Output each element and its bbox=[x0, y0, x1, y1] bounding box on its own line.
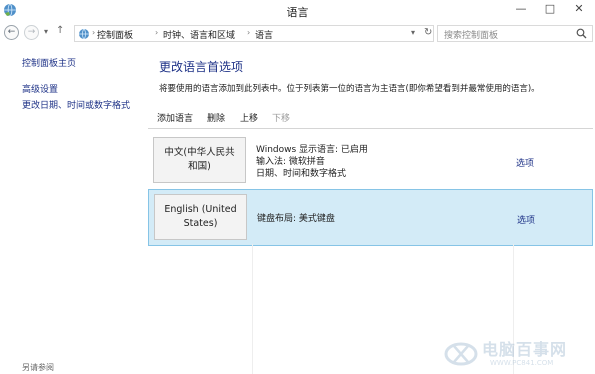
format-status: 日期、时间和数字格式 bbox=[256, 169, 347, 179]
address-bar: ← → ▾ ↑ › 控制面板 › 时钟、语言和区域 › 语言 ▾ ↻ 搜索控制面… bbox=[0, 22, 595, 44]
title-bar: 语言 — □ ✕ bbox=[0, 0, 595, 22]
language-name-line1: 中文(中华人民共 bbox=[164, 147, 235, 158]
language-options-link[interactable]: 选项 bbox=[517, 213, 535, 226]
list-divider bbox=[252, 244, 253, 374]
window-title: 语言 bbox=[286, 6, 309, 19]
sidebar-advanced-settings[interactable]: 高级设置 bbox=[22, 82, 58, 95]
remove-language-button[interactable]: 删除 bbox=[207, 111, 225, 124]
sidebar-change-date-time-format[interactable]: 更改日期、时间或数字格式 bbox=[22, 98, 130, 111]
back-arrow-icon: ← bbox=[7, 27, 16, 37]
watermark-text: 电脑百事网 bbox=[482, 340, 568, 359]
breadcrumb-separator: › bbox=[247, 28, 251, 37]
maximize-icon: □ bbox=[544, 2, 556, 15]
breadcrumb-control-panel[interactable]: 控制面板 bbox=[97, 28, 133, 41]
language-row-chinese[interactable]: 中文(中华人民共 和国) Windows 显示语言: 已启用 输入法: 微软拼音… bbox=[148, 132, 593, 189]
forward-arrow-icon: → bbox=[27, 27, 36, 37]
search-box[interactable]: 搜索控制面板 bbox=[437, 25, 593, 42]
watermark-url: WWW.PC841.COM bbox=[490, 359, 554, 367]
keyboard-layout-status: 键盘布局: 美式键盘 bbox=[257, 214, 335, 224]
recent-dropdown-icon: ▾ bbox=[44, 27, 49, 36]
minimize-icon: — bbox=[515, 2, 527, 15]
maximize-button[interactable]: □ bbox=[537, 0, 563, 20]
add-language-button[interactable]: 添加语言 bbox=[157, 111, 193, 124]
address-dropdown-button[interactable]: ▾ bbox=[411, 28, 415, 37]
display-language-status: Windows 显示语言: 已启用 bbox=[256, 145, 368, 155]
language-name-box: English (United States) bbox=[154, 194, 247, 240]
minimize-button[interactable]: — bbox=[508, 0, 534, 20]
close-button[interactable]: ✕ bbox=[566, 0, 592, 20]
control-panel-icon bbox=[79, 28, 89, 40]
watermark: 电脑百事网 WWW.PC841.COM bbox=[442, 334, 592, 372]
language-name-box: 中文(中华人民共 和国) bbox=[153, 137, 246, 183]
language-name-line2: States) bbox=[183, 218, 218, 229]
input-method-status: 输入法: 微软拼音 bbox=[256, 157, 325, 167]
see-also-label: 另请参阅 bbox=[22, 363, 54, 372]
breadcrumb-language[interactable]: 语言 bbox=[255, 28, 273, 41]
language-name-line1: English (United bbox=[164, 204, 237, 215]
language-name-line2: 和国) bbox=[188, 161, 211, 172]
language-options-link[interactable]: 选项 bbox=[516, 156, 534, 169]
close-icon: ✕ bbox=[574, 2, 584, 15]
search-icon[interactable] bbox=[576, 28, 587, 39]
recent-locations-button[interactable]: ▾ bbox=[44, 27, 48, 36]
page-description: 将要使用的语言添加到此列表中。位于列表第一位的语言为主语言(即你希望看到并最常使… bbox=[159, 84, 540, 94]
up-arrow-icon: ↑ bbox=[56, 25, 65, 36]
back-button[interactable]: ← bbox=[4, 25, 19, 40]
breadcrumb[interactable]: › 控制面板 › 时钟、语言和区域 › 语言 ▾ ↻ bbox=[74, 25, 434, 42]
search-input[interactable]: 搜索控制面板 bbox=[444, 28, 498, 41]
page-title: 更改语言首选项 bbox=[159, 60, 244, 74]
breadcrumb-clock-language-region[interactable]: 时钟、语言和区域 bbox=[163, 28, 235, 41]
forward-button[interactable]: → bbox=[24, 25, 39, 40]
watermark-logo-icon bbox=[444, 342, 478, 366]
up-button[interactable]: ↑ bbox=[56, 25, 64, 36]
move-down-button[interactable]: 下移 bbox=[272, 111, 290, 124]
breadcrumb-separator: › bbox=[155, 28, 159, 37]
sidebar-control-panel-home[interactable]: 控制面板主页 bbox=[22, 56, 76, 69]
language-row-english[interactable]: English (United States) 键盘布局: 美式键盘 选项 bbox=[148, 189, 593, 246]
refresh-button[interactable]: ↻ bbox=[424, 27, 432, 38]
move-up-button[interactable]: 上移 bbox=[240, 111, 258, 124]
toolbar-divider bbox=[148, 128, 593, 129]
breadcrumb-separator: › bbox=[92, 28, 96, 37]
